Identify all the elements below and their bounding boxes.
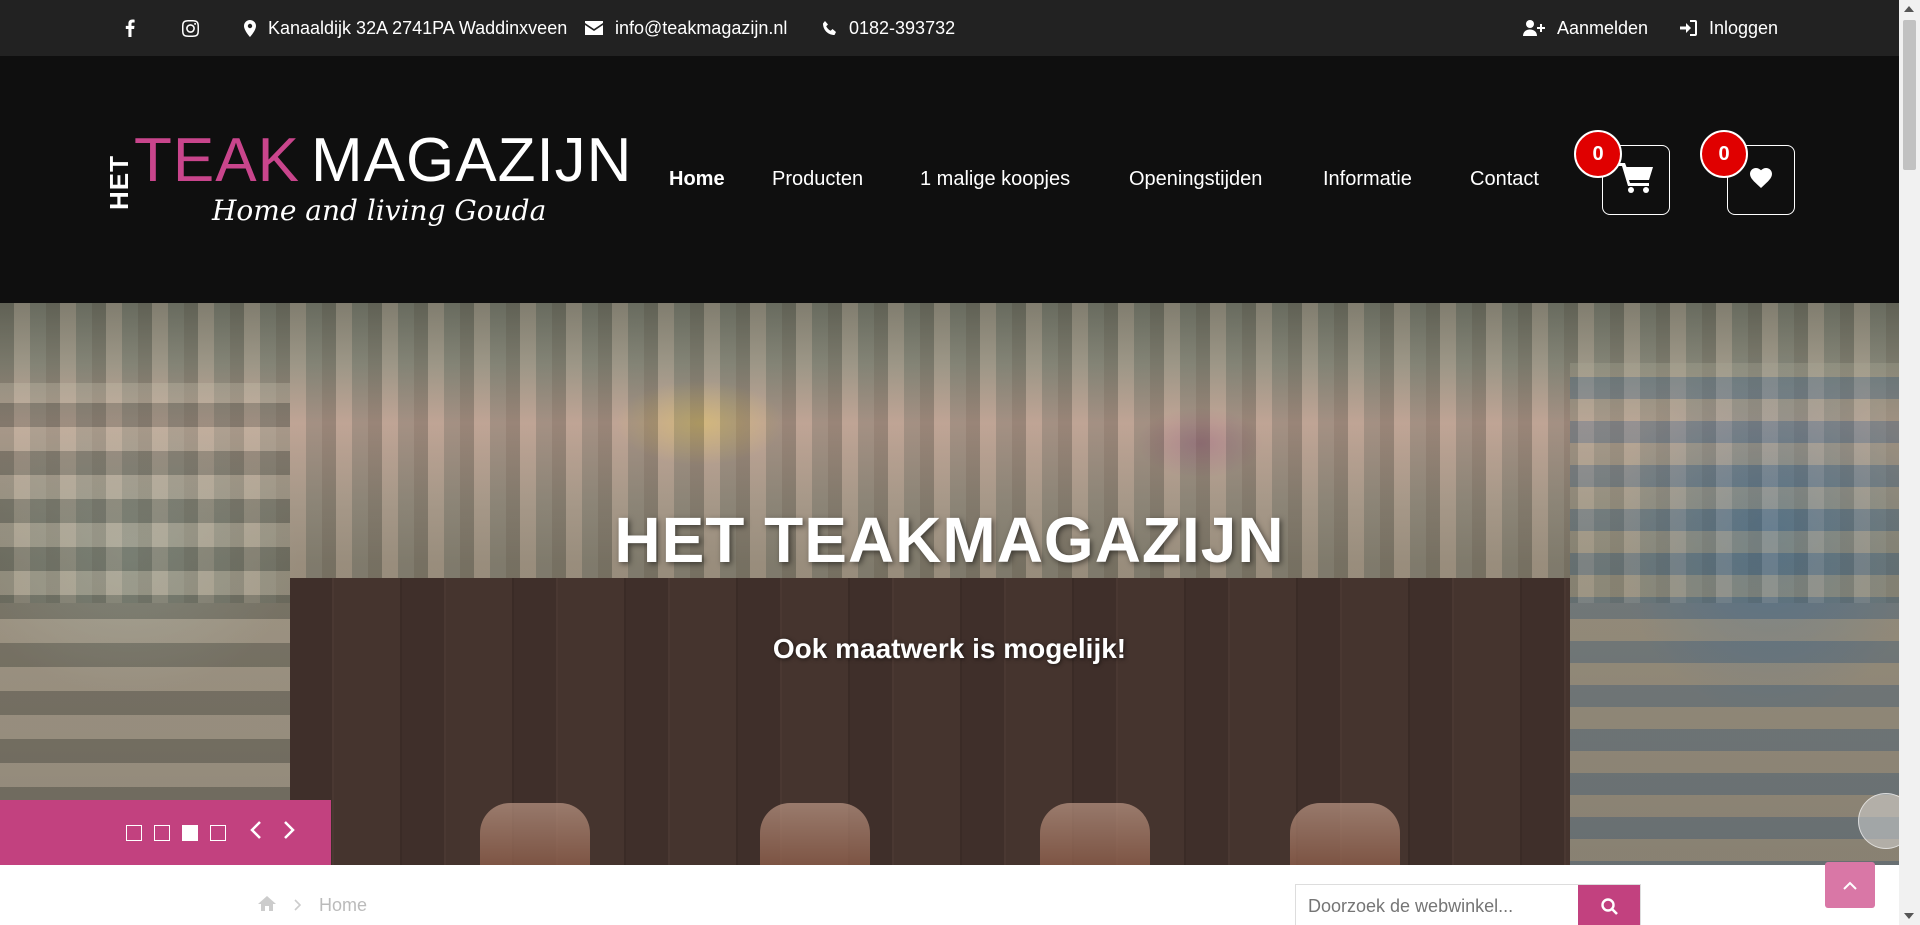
slide-indicator-1[interactable] bbox=[126, 825, 142, 841]
envelope-icon bbox=[585, 21, 603, 35]
hero-slider: HET TEAKMAGAZIJN Ook maatwerk is mogelij… bbox=[0, 303, 1899, 865]
address-text: Kanaaldijk 32A 2741PA Waddinxveen bbox=[268, 17, 568, 38]
logo-magazijn: MAGAZIJN bbox=[311, 126, 633, 195]
phone-icon bbox=[822, 20, 837, 36]
nav-producten[interactable]: Producten bbox=[772, 168, 863, 191]
hero-subtitle: Ook maatwerk is mogelijk! bbox=[772, 633, 1127, 664]
page: Kanaaldijk 32A 2741PA Waddinxveen info@t… bbox=[0, 0, 1920, 925]
logo-tagline: Home and living Gouda bbox=[212, 194, 547, 227]
scroll-up-arrow-icon[interactable] bbox=[1904, 6, 1914, 12]
search-button[interactable] bbox=[1578, 885, 1640, 925]
hero-image-jar bbox=[760, 803, 870, 865]
address-info: Kanaaldijk 32A 2741PA Waddinxveen bbox=[244, 0, 567, 56]
logo-teak: TEAK bbox=[134, 126, 300, 195]
email-text: info@teakmagazijn.nl bbox=[615, 17, 788, 38]
phone-text: 0182-393732 bbox=[849, 17, 956, 38]
search-icon bbox=[1600, 897, 1618, 915]
hero-image-left-pillar bbox=[0, 383, 290, 865]
top-bar: Kanaaldijk 32A 2741PA Waddinxveen info@t… bbox=[0, 0, 1899, 56]
slide-indicator-4[interactable] bbox=[210, 825, 226, 841]
breadcrumb: Home bbox=[258, 895, 367, 916]
register-link[interactable]: Aanmelden bbox=[1523, 0, 1648, 56]
facebook-link[interactable] bbox=[125, 0, 135, 56]
nav-home[interactable]: Home bbox=[669, 168, 725, 191]
site-header: HET TEAK MAGAZIJN Home and living Gouda … bbox=[0, 56, 1899, 303]
logo-het: HET bbox=[104, 155, 134, 210]
search-input[interactable] bbox=[1296, 885, 1578, 925]
shopping-cart-icon bbox=[1619, 162, 1653, 198]
home-icon[interactable] bbox=[258, 895, 276, 916]
map-marker-icon bbox=[244, 19, 256, 37]
chevron-right-icon bbox=[284, 821, 295, 839]
nav-informatie[interactable]: Informatie bbox=[1323, 168, 1412, 191]
breadcrumb-home[interactable]: Home bbox=[319, 895, 367, 916]
page-scrollbar[interactable] bbox=[1899, 0, 1920, 925]
slide-indicator-3[interactable] bbox=[182, 825, 198, 841]
hero-image-jar bbox=[1040, 803, 1150, 865]
instagram-link[interactable] bbox=[182, 0, 199, 56]
hero-image-jar bbox=[1290, 803, 1400, 865]
register-label: Aanmelden bbox=[1557, 17, 1649, 38]
chevron-left-icon bbox=[250, 821, 261, 839]
scrollbar-thumb[interactable] bbox=[1903, 20, 1916, 170]
email-link[interactable]: info@teakmagazijn.nl bbox=[585, 0, 787, 56]
user-plus-icon bbox=[1523, 20, 1545, 36]
slider-next-button[interactable] bbox=[283, 820, 295, 846]
nav-contact[interactable]: Contact bbox=[1470, 168, 1539, 191]
sign-in-icon bbox=[1680, 20, 1697, 36]
wishlist-count-badge: 0 bbox=[1700, 130, 1748, 178]
phone-link[interactable]: 0182-393732 bbox=[822, 0, 955, 56]
scroll-down-arrow-icon[interactable] bbox=[1904, 913, 1914, 919]
shop-search bbox=[1295, 884, 1641, 925]
back-to-top-button[interactable] bbox=[1825, 862, 1875, 908]
nav-koopjes[interactable]: 1 malige koopjes bbox=[920, 168, 1070, 191]
nav-openingstijden[interactable]: Openingstijden bbox=[1129, 168, 1262, 191]
heart-icon bbox=[1750, 167, 1772, 193]
slider-controls bbox=[0, 800, 331, 865]
login-link[interactable]: Inloggen bbox=[1680, 0, 1778, 56]
hero-image-right-pillar bbox=[1570, 363, 1899, 865]
site-logo[interactable]: HET TEAK MAGAZIJN Home and living Gouda bbox=[104, 126, 631, 246]
slider-prev-button[interactable] bbox=[250, 820, 262, 846]
instagram-icon bbox=[182, 19, 199, 37]
login-label: Inloggen bbox=[1709, 17, 1779, 38]
cart-count-badge: 0 bbox=[1574, 130, 1622, 178]
facebook-icon bbox=[125, 19, 135, 37]
breadcrumb-separator-icon bbox=[294, 895, 302, 916]
hero-image-jar bbox=[480, 803, 590, 865]
hero-title: HET TEAKMAGAZIJN bbox=[614, 504, 1285, 576]
slide-indicator-2[interactable] bbox=[154, 825, 170, 841]
chevron-up-icon bbox=[1843, 881, 1857, 890]
